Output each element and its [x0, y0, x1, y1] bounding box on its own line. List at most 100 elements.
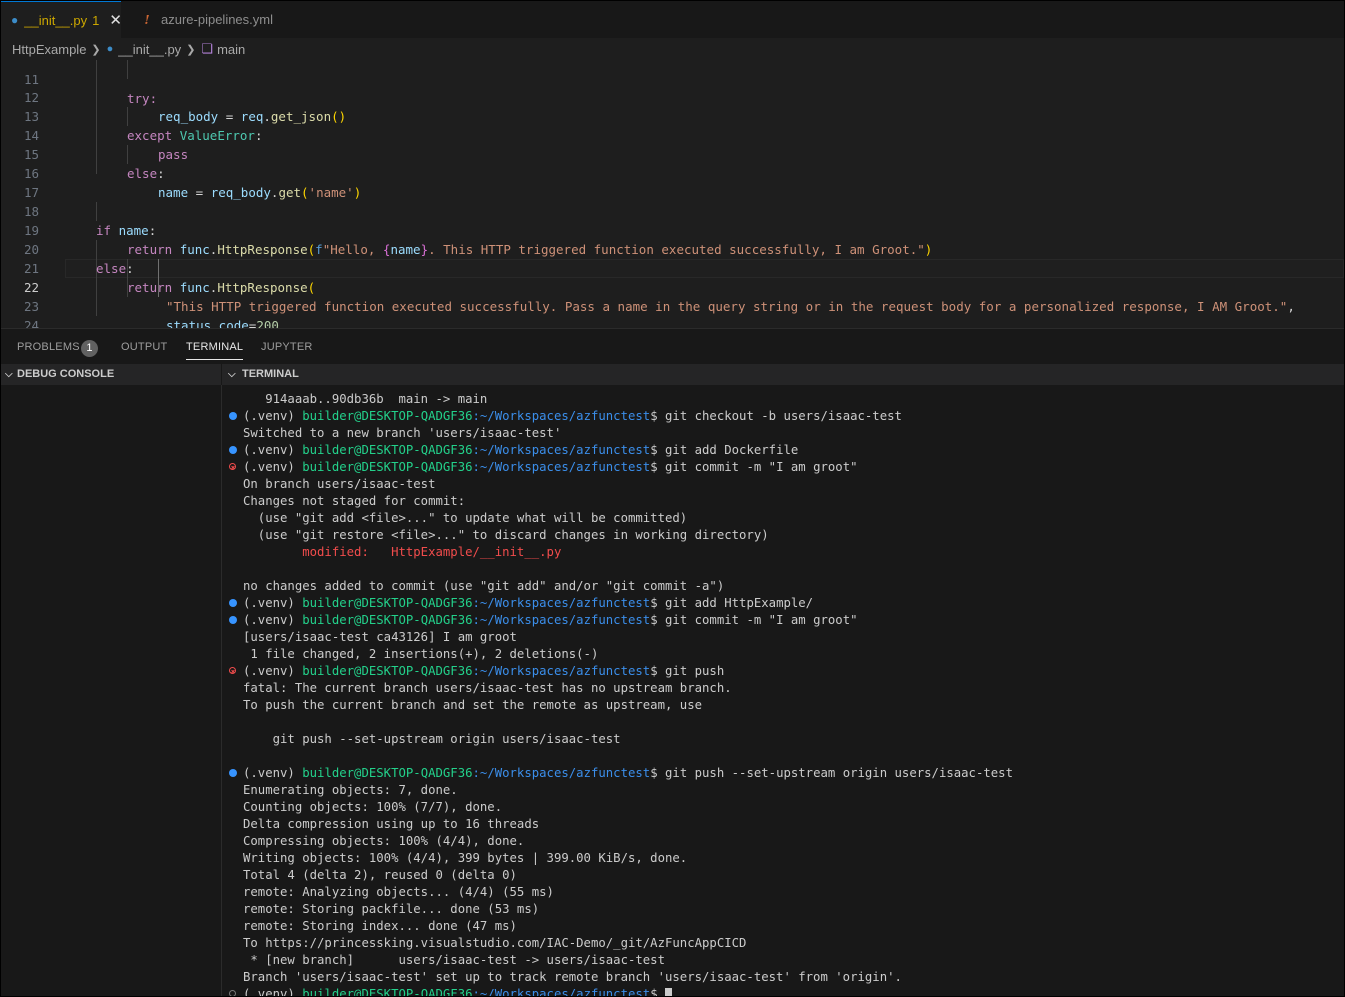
- prompt-symbol: $: [650, 443, 666, 457]
- terminal-output-line: git push --set-upstream origin users/isa…: [243, 732, 621, 746]
- terminal-output-line: To https://princessking.visualstudio.com…: [243, 936, 747, 950]
- terminal-output-line: fatal: The current branch users/isaac-te…: [243, 681, 732, 695]
- breadcrumb-symbol[interactable]: main: [217, 42, 245, 57]
- terminal-output-line: Changes not staged for commit:: [243, 494, 466, 508]
- debug-console-title: DEBUG CONSOLE: [17, 368, 115, 380]
- breadcrumb-folder[interactable]: HttpExample: [12, 42, 86, 57]
- tab-label: azure-pipelines.yml: [161, 12, 273, 27]
- command-failed-icon[interactable]: [229, 463, 236, 470]
- chevron-right-icon: ❯: [186, 43, 196, 56]
- command-success-icon[interactable]: [229, 616, 237, 624]
- terminal-output-line: Total 4 (delta 2), reused 0 (delta 0): [243, 868, 517, 882]
- code-line: 18 if name:: [1, 183, 1344, 238]
- terminal-command: git add Dockerfile: [665, 443, 799, 457]
- prompt-path: :~/Workspaces/azfunctest: [472, 443, 651, 457]
- editor-tab-bar: ● __init__.py 1 ✕ ! azure-pipelines.yml: [1, 1, 1344, 38]
- vscode-window: ● __init__.py 1 ✕ ! azure-pipelines.yml …: [0, 0, 1345, 997]
- tab-problem-count: 1: [92, 12, 100, 28]
- terminal-prompt-line: (.venv) builder@DESKTOP-QADGF36:~/Worksp…: [243, 595, 813, 612]
- python-icon: ●: [106, 43, 114, 55]
- prompt-env: (.venv): [243, 987, 303, 997]
- terminal-output-line: Compressing objects: 100% (4/4), done.: [243, 834, 525, 848]
- terminal-prompt-line: (.venv) builder@DESKTOP-QADGF36:~/Worksp…: [243, 612, 858, 629]
- terminal-output-line: To push the current branch and set the r…: [243, 698, 703, 712]
- prompt-env: (.venv): [243, 613, 303, 627]
- prompt-symbol: $: [650, 613, 666, 627]
- code-line: 16 name = req_body.get('name'): [1, 145, 1344, 200]
- code-line: 12 req_body = req.get_json(): [1, 69, 1344, 124]
- yaml-warning-icon: !: [144, 12, 150, 27]
- prompt-path: :~/Workspaces/azfunctest: [472, 409, 651, 423]
- terminal-output-line: Branch 'users/isaac-test' set up to trac…: [243, 970, 902, 984]
- tab-init-py[interactable]: ● __init__.py 1 ✕: [1, 1, 122, 38]
- terminal-output-line: (use "git add <file>..." to update what …: [243, 511, 688, 525]
- terminal-title: TERMINAL: [242, 368, 299, 380]
- chevron-down-icon: ⌵: [228, 369, 236, 380]
- terminal-output-line: remote: Analyzing objects... (4/4) (55 m…: [243, 885, 554, 899]
- prompt-env: (.venv): [243, 460, 303, 474]
- prompt-path: :~/Workspaces/azfunctest: [472, 596, 651, 610]
- command-success-icon[interactable]: [229, 446, 237, 454]
- prompt-user: builder@DESKTOP-QADGF36: [302, 613, 473, 627]
- code-line: 19 return func.HttpResponse(f"Hello, {na…: [1, 202, 1344, 257]
- panel-tabs: PROBLEMS 1 OUTPUT TERMINAL JUPYTER: [1, 329, 1344, 364]
- prompt-env: (.venv): [243, 766, 303, 780]
- terminal-output-line: [users/isaac-test ca43126] I am groot: [243, 630, 517, 644]
- terminal-header[interactable]: ⌵ TERMINAL: [222, 364, 1344, 385]
- tab-azure-pipelines[interactable]: ! azure-pipelines.yml: [121, 1, 281, 38]
- terminal-prompt-line: (.venv) builder@DESKTOP-QADGF36:~/Worksp…: [243, 663, 724, 680]
- terminal-output-line: Writing objects: 100% (4/4), 399 bytes |…: [243, 851, 688, 865]
- debug-console-header[interactable]: ⌵ DEBUG CONSOLE: [1, 364, 221, 385]
- prompt-user: builder@DESKTOP-QADGF36: [302, 664, 473, 678]
- prompt-env: (.venv): [243, 409, 303, 423]
- python-icon: ●: [11, 13, 19, 27]
- terminal-output-line: remote: Storing packfile... done (53 ms): [243, 902, 540, 916]
- method-cube-icon: ❏: [201, 41, 214, 56]
- prompt-user: builder@DESKTOP-QADGF36: [302, 766, 473, 780]
- tab-output[interactable]: OUTPUT: [121, 329, 167, 364]
- command-success-icon[interactable]: [229, 769, 237, 777]
- command-success-icon[interactable]: [229, 599, 237, 607]
- tab-label: __init__.py: [24, 12, 88, 28]
- prompt-symbol: $: [650, 596, 666, 610]
- prompt-user: builder@DESKTOP-QADGF36: [302, 460, 473, 474]
- terminal-output-line: 1 file changed, 2 insertions(+), 2 delet…: [243, 647, 599, 661]
- code-line: 23 status_code=200: [1, 278, 1344, 328]
- terminal-output[interactable]: 914aaab..90db36b main -> main (.venv) bui…: [222, 385, 1344, 997]
- prompt-symbol: $: [650, 409, 666, 423]
- command-pending-icon[interactable]: [229, 990, 236, 996]
- terminal-cursor: [665, 988, 673, 996]
- code-editor[interactable]: 11 try: 12 req_body = req.get_json() 13 …: [1, 60, 1344, 328]
- terminal-command: git commit -m "I am groot": [665, 613, 858, 627]
- code-line-current: 22 "This HTTP triggered function execute…: [1, 259, 1344, 314]
- code-line: 20 else:: [1, 221, 1344, 276]
- command-failed-icon[interactable]: [229, 667, 236, 674]
- prompt-path: :~/Workspaces/azfunctest: [472, 987, 651, 997]
- terminal-prompt-line: (.venv) builder@DESKTOP-QADGF36:~/Worksp…: [243, 765, 1013, 782]
- code-line: 13 except ValueError:: [1, 88, 1344, 143]
- terminal-prompt-line: (.venv) builder@DESKTOP-QADGF36:~/Worksp…: [243, 986, 673, 997]
- prompt-path: :~/Workspaces/azfunctest: [472, 664, 651, 678]
- code-line: 14 pass: [1, 107, 1344, 162]
- tab-terminal[interactable]: TERMINAL: [186, 329, 244, 364]
- chevron-down-icon: ⌵: [5, 369, 13, 380]
- debug-console[interactable]: [1, 385, 222, 996]
- terminal-output-line: no changes added to commit (use "git add…: [243, 579, 725, 593]
- terminal-prompt-line: (.venv) builder@DESKTOP-QADGF36:~/Worksp…: [243, 459, 858, 476]
- breadcrumb: HttpExample ❯ ● __init__.py ❯ ❏ main: [1, 38, 1344, 60]
- terminal-output-line: (use "git restore <file>..." to discard …: [243, 528, 769, 542]
- prompt-symbol: $: [650, 987, 666, 997]
- tab-problems[interactable]: PROBLEMS: [17, 329, 80, 364]
- code-line: 24 ): [1, 297, 1344, 328]
- breadcrumb-file[interactable]: __init__.py: [118, 42, 181, 57]
- terminal-output-line: Enumerating objects: 7, done.: [243, 783, 458, 797]
- terminal-output-line: Counting objects: 100% (7/7), done.: [243, 800, 503, 814]
- tab-jupyter[interactable]: JUPYTER: [261, 329, 313, 364]
- code-line: 17: [1, 164, 1344, 200]
- code-line: 15 else:: [1, 126, 1344, 181]
- terminal-output-line: 914aaab..90db36b main -> main: [243, 392, 488, 406]
- terminal-command: git push: [665, 664, 725, 678]
- terminal-output-line: remote: Storing index... done (47 ms): [243, 919, 517, 933]
- terminal-output-line: * [new branch] users/isaac-test -> users…: [243, 953, 665, 967]
- command-success-icon[interactable]: [229, 412, 237, 420]
